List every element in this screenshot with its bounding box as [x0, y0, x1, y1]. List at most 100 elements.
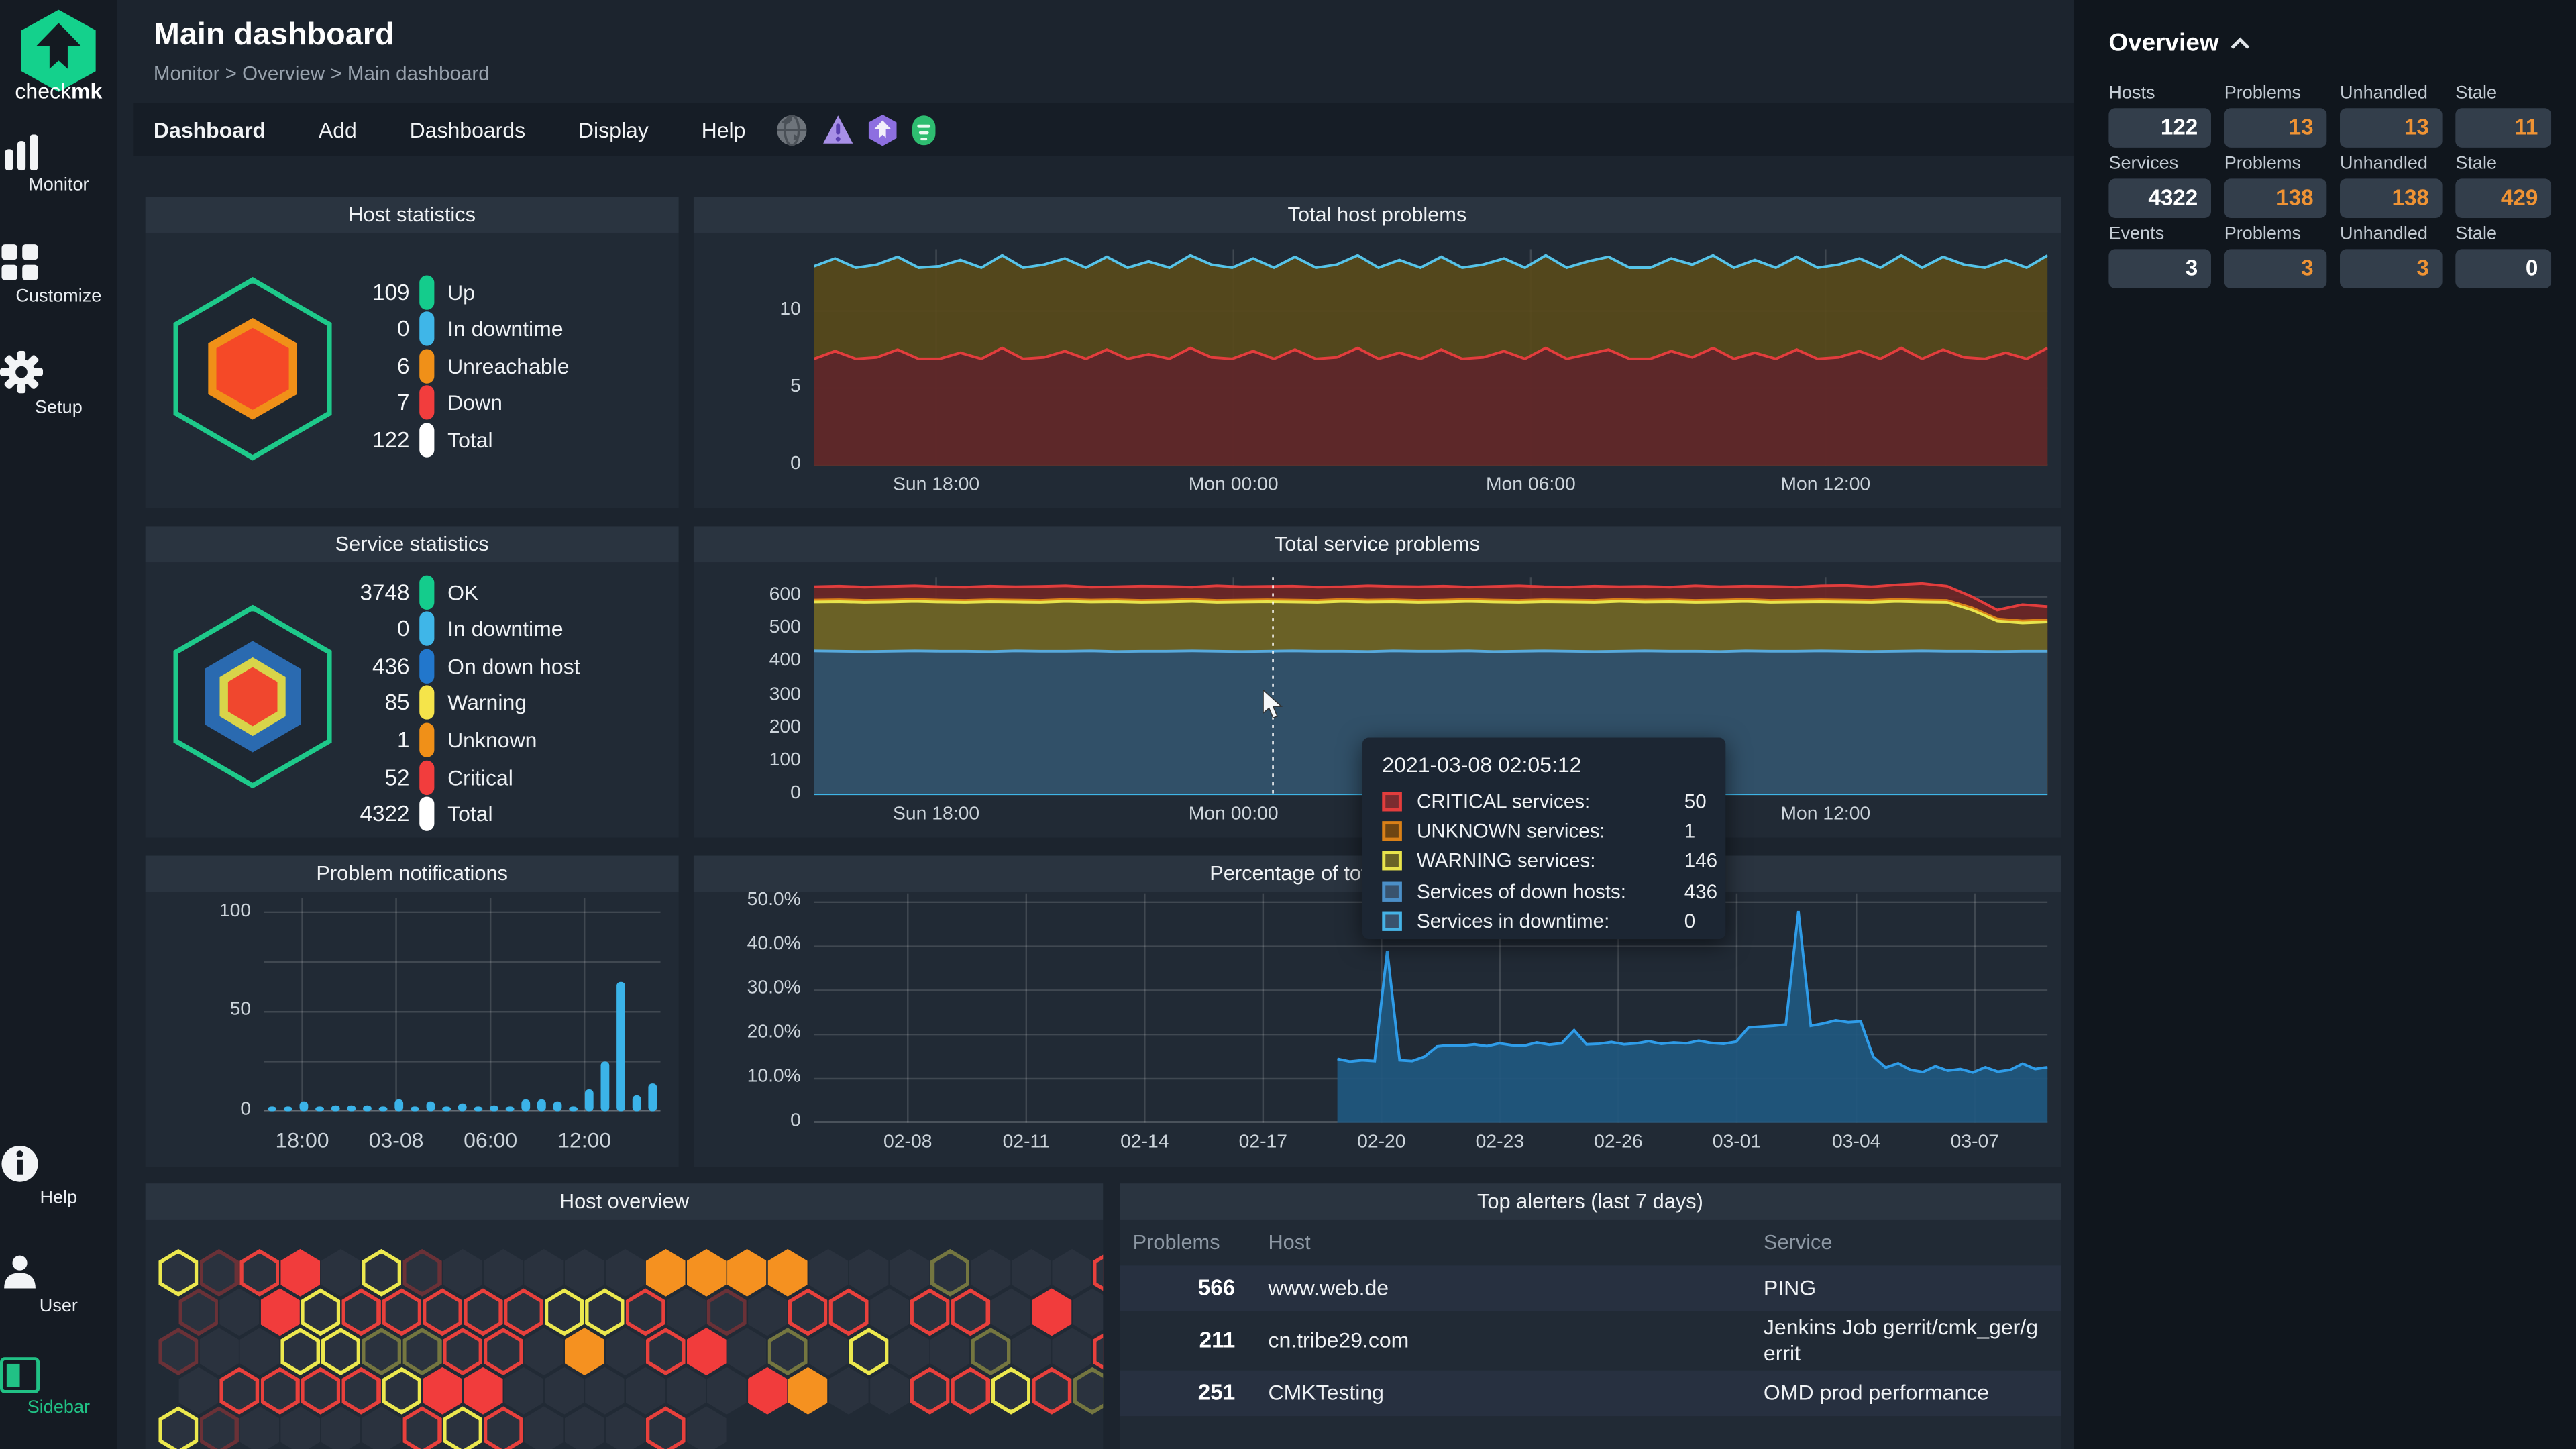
host-hexagon[interactable] — [788, 1288, 828, 1336]
host-hexagon[interactable] — [301, 1288, 341, 1336]
menu-help[interactable]: Help — [702, 117, 746, 142]
overview-stat-box[interactable]: 13 — [2340, 108, 2443, 148]
overview-stat-box[interactable]: 138 — [2340, 178, 2443, 218]
column-header-problems[interactable]: Problems — [1133, 1231, 1220, 1254]
overview-stat-box[interactable]: 3 — [2108, 249, 2212, 289]
host-hexagon[interactable] — [1011, 1248, 1052, 1297]
host-hexagon[interactable] — [991, 1366, 1031, 1415]
host-hexagon[interactable] — [321, 1406, 361, 1449]
host-hexagon[interactable] — [280, 1406, 321, 1449]
host-hexagon[interactable] — [402, 1328, 442, 1376]
legend-row[interactable]: 0 In downtime — [323, 610, 564, 647]
host-hexagon[interactable] — [199, 1248, 239, 1297]
checkmk-badge-icon[interactable] — [867, 113, 896, 146]
host-hexagon[interactable] — [158, 1328, 199, 1376]
host-hexagon[interactable] — [971, 1248, 1011, 1297]
host-hexagon[interactable] — [483, 1328, 523, 1376]
filter-icon[interactable] — [911, 114, 936, 145]
host-hexagon[interactable] — [666, 1366, 706, 1415]
table-row[interactable]: 251 CMKTesting OMD prod performance — [1119, 1370, 2061, 1417]
host-hexagon[interactable] — [605, 1406, 645, 1449]
host-hexagon[interactable] — [483, 1248, 523, 1297]
overview-stat-box[interactable]: 3 — [2340, 249, 2443, 289]
host-hexagon[interactable] — [910, 1366, 950, 1415]
host-hexagon[interactable] — [362, 1406, 402, 1449]
menu-dashboard[interactable]: Dashboard — [154, 117, 266, 142]
host-hexagon[interactable] — [706, 1366, 747, 1415]
host-hexagon[interactable] — [199, 1406, 239, 1449]
host-hexagon[interactable] — [645, 1248, 686, 1297]
host-hexagon[interactable] — [178, 1288, 219, 1336]
host-hexagon[interactable] — [239, 1248, 280, 1297]
host-hexagon[interactable] — [219, 1366, 260, 1415]
legend-row[interactable]: 109 Up — [323, 274, 475, 310]
host-hexagon[interactable] — [362, 1328, 402, 1376]
globe-icon[interactable] — [775, 113, 807, 146]
host-hexagon[interactable] — [767, 1328, 808, 1376]
host-hexagon[interactable] — [1052, 1248, 1092, 1297]
column-header-host[interactable]: Host — [1268, 1231, 1310, 1254]
host-hexagon[interactable] — [666, 1288, 706, 1336]
host-hexagon[interactable] — [504, 1288, 544, 1336]
host-hexagon[interactable] — [504, 1366, 544, 1415]
host-hexagon[interactable] — [1093, 1328, 1104, 1376]
host-hexagon[interactable] — [382, 1366, 422, 1415]
host-hexagon[interactable] — [260, 1288, 300, 1336]
host-hexagon[interactable] — [747, 1288, 788, 1336]
legend-row[interactable]: 436 On down host — [323, 648, 580, 684]
host-hexagon[interactable] — [564, 1406, 604, 1449]
host-hexagon[interactable] — [828, 1366, 869, 1415]
sidebar-item-user[interactable]: User — [0, 1252, 117, 1316]
host-hexagon[interactable] — [362, 1248, 402, 1297]
legend-row[interactable]: 0 In downtime — [323, 311, 564, 347]
host-hexagon[interactable] — [280, 1328, 321, 1376]
host-hexagon[interactable] — [260, 1366, 300, 1415]
overview-stat-box[interactable]: 11 — [2455, 108, 2552, 148]
host-hexagon[interactable] — [869, 1366, 910, 1415]
host-hexagon[interactable] — [625, 1288, 665, 1336]
host-hexagon[interactable] — [463, 1366, 503, 1415]
host-hexagon[interactable] — [991, 1288, 1031, 1336]
host-hexagon[interactable] — [645, 1406, 686, 1449]
overview-stat-box[interactable]: 0 — [2455, 249, 2552, 289]
host-hexagon[interactable] — [544, 1366, 584, 1415]
sidebar-item-setup[interactable]: Setup — [0, 350, 117, 418]
host-hexagon[interactable] — [544, 1288, 584, 1336]
host-hexagon[interactable] — [686, 1328, 727, 1376]
host-hexagon[interactable] — [402, 1248, 442, 1297]
host-hexagon[interactable] — [971, 1328, 1011, 1376]
menu-dashboards[interactable]: Dashboards — [410, 117, 526, 142]
host-hexagon[interactable] — [686, 1248, 727, 1297]
host-hexagon[interactable] — [1093, 1248, 1104, 1297]
column-header-service[interactable]: Service — [1764, 1231, 1833, 1254]
host-hexagon[interactable] — [951, 1288, 991, 1336]
host-hexagon[interactable] — [564, 1248, 604, 1297]
host-hexagon[interactable] — [645, 1328, 686, 1376]
host-hexagon[interactable] — [341, 1288, 381, 1336]
host-hexagon[interactable] — [605, 1328, 645, 1376]
host-hexagon[interactable] — [625, 1366, 665, 1415]
host-hexagon[interactable] — [585, 1366, 625, 1415]
host-hexagon[interactable] — [422, 1366, 462, 1415]
host-hexagon[interactable] — [422, 1288, 462, 1336]
host-hexagon[interactable] — [869, 1288, 910, 1336]
host-hexagon[interactable] — [605, 1248, 645, 1297]
legend-row[interactable]: 85 Warning — [323, 685, 527, 721]
overview-stat-box[interactable]: 3 — [2224, 249, 2327, 289]
legend-row[interactable]: 3748 OK — [323, 574, 478, 610]
host-hexagon[interactable] — [219, 1288, 260, 1336]
legend-row[interactable]: 1 Unknown — [323, 722, 537, 758]
overview-stat-box[interactable]: 138 — [2224, 178, 2327, 218]
host-hexagon[interactable] — [524, 1328, 564, 1376]
host-hexagon[interactable] — [524, 1248, 564, 1297]
host-hexagon[interactable] — [727, 1328, 767, 1376]
host-hexagon[interactable] — [463, 1288, 503, 1336]
host-hexagon[interactable] — [321, 1328, 361, 1376]
host-hexagon[interactable] — [158, 1406, 199, 1449]
host-hexagon[interactable] — [686, 1406, 727, 1449]
host-hexagon[interactable] — [199, 1328, 239, 1376]
host-hexagon[interactable] — [849, 1248, 889, 1297]
overview-header[interactable]: Overview — [2108, 30, 2249, 58]
host-hexagon[interactable] — [443, 1248, 483, 1297]
breadcrumb[interactable]: Monitor > Overview > Main dashboard — [154, 62, 490, 85]
